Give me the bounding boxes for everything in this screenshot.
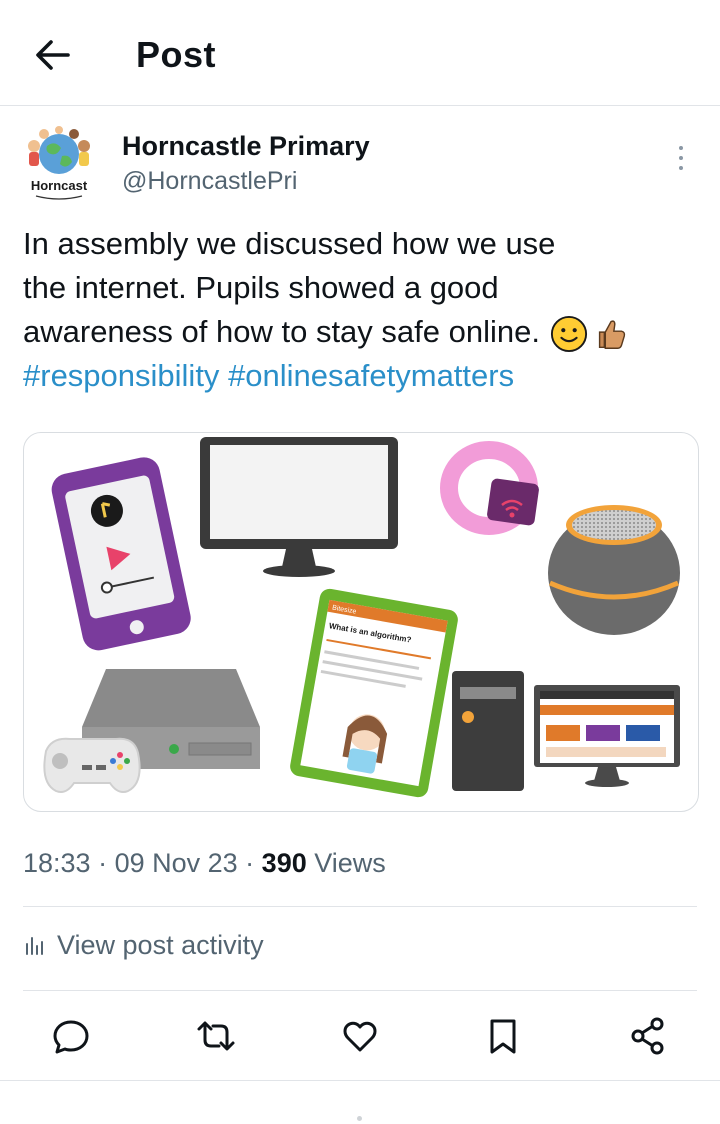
- bookmark-button[interactable]: [481, 1014, 525, 1058]
- view-post-activity-label: View post activity: [57, 930, 264, 960]
- thumbs-up-icon: [598, 320, 626, 349]
- repost-icon: [197, 1021, 235, 1051]
- meta-separator: ·: [237, 848, 262, 878]
- author-name[interactable]: Horncastle Primary: [122, 131, 370, 162]
- hashtag-link[interactable]: #onlinesafetymatters: [228, 358, 514, 393]
- views-count: 390: [261, 848, 307, 878]
- repost-button[interactable]: [194, 1014, 238, 1058]
- divider: [23, 906, 697, 907]
- views-label: Views: [306, 848, 386, 878]
- avatar[interactable]: Horncast: [22, 126, 96, 206]
- like-button[interactable]: [338, 1014, 382, 1058]
- post-image[interactable]: Bitesize What is an algorithm?: [23, 432, 699, 812]
- smart-speaker-illustration: [548, 505, 680, 635]
- desktop-tower-illustration: [452, 671, 524, 791]
- hashtag-link[interactable]: #responsibility: [23, 358, 219, 393]
- hashtag-line: #responsibility #onlinesafetymatters: [23, 354, 703, 398]
- post-timestamp: 18:33 · 09 Nov 23 · 390 Views: [23, 848, 386, 879]
- slightly-smiling-face-icon: [550, 315, 588, 352]
- game-controller-illustration: [43, 737, 141, 793]
- desktop-monitor-illustration: [534, 685, 680, 787]
- school-logo-icon: Horncast: [28, 126, 90, 200]
- post-text-line: awareness of how to stay safe online.: [23, 314, 540, 349]
- author-handle[interactable]: @HorncastlePri: [122, 167, 297, 196]
- avatar-logo-text: Horncast: [31, 178, 88, 193]
- more-dots-icon: [679, 146, 683, 150]
- share-button[interactable]: [626, 1014, 670, 1058]
- bookmark-icon: [490, 1019, 516, 1054]
- reply-button[interactable]: [49, 1014, 93, 1058]
- view-post-activity-link[interactable]: View post activity: [23, 930, 264, 961]
- scroll-indicator: [357, 1116, 362, 1121]
- reply-icon: [53, 1020, 89, 1054]
- post-text: In assembly we discussed how we use the …: [23, 222, 703, 398]
- bar-chart-icon: [26, 936, 43, 955]
- back-button[interactable]: [30, 32, 76, 78]
- like-icon: [343, 1021, 377, 1052]
- more-options-button[interactable]: [670, 146, 692, 174]
- divider: [0, 1080, 720, 1081]
- divider: [23, 990, 697, 991]
- devices-illustration: Bitesize What is an algorithm?: [43, 437, 680, 798]
- post-text-line: the internet. Pupils showed a good: [23, 270, 499, 305]
- monitor-illustration: [200, 437, 398, 577]
- meta-separator: ·: [90, 848, 115, 878]
- post-date: 09 Nov 23: [114, 848, 238, 878]
- share-icon: [631, 1017, 664, 1055]
- top-bar: Post: [0, 0, 720, 106]
- post-text-line-with-emoji: awareness of how to stay safe online.: [23, 310, 703, 354]
- smartphone-illustration: [51, 457, 191, 651]
- smartwatch-illustration: [440, 441, 539, 535]
- arrow-left-icon: [36, 40, 70, 70]
- post-text-line: In assembly we discussed how we use: [23, 226, 556, 261]
- post-time: 18:33: [23, 848, 91, 878]
- tablet-illustration: Bitesize What is an algorithm?: [290, 588, 458, 798]
- page-title: Post: [136, 34, 217, 75]
